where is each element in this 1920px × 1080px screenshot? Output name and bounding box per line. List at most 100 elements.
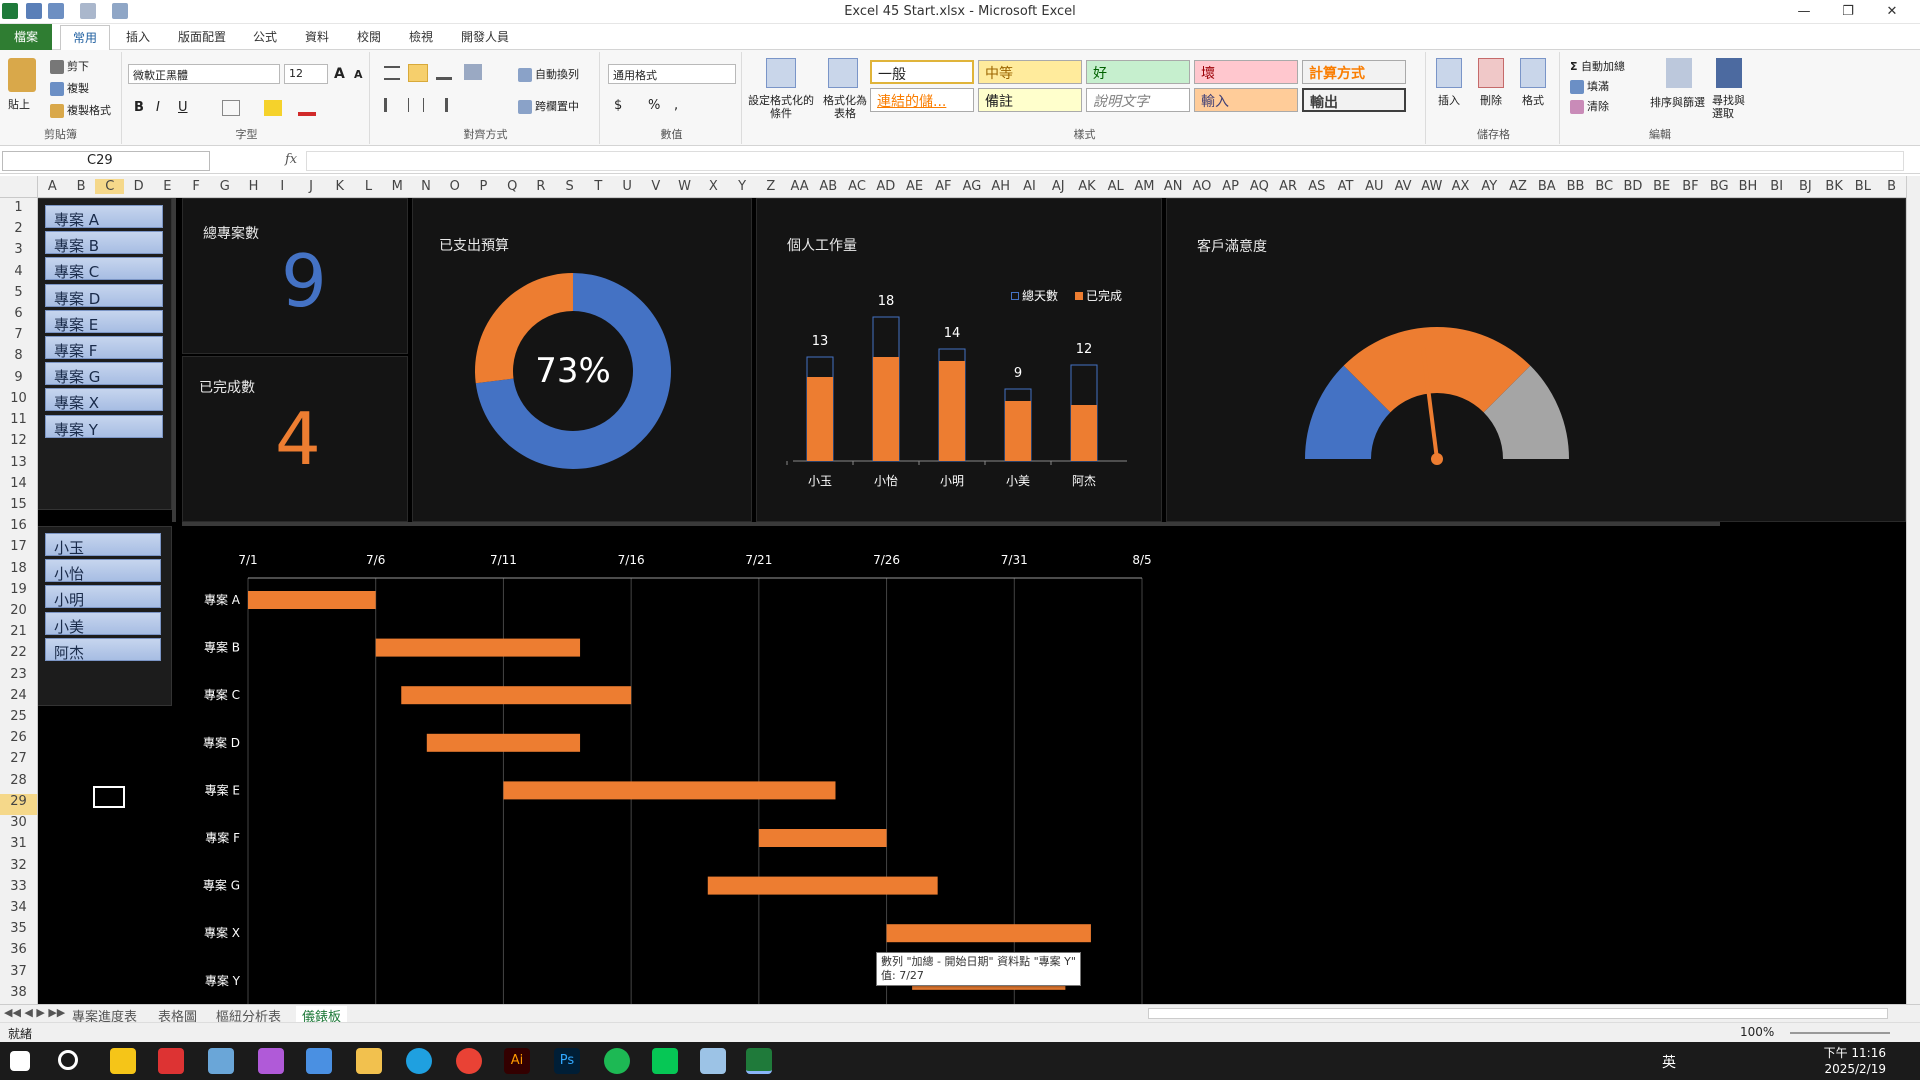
- row-header[interactable]: 2: [0, 221, 37, 242]
- row-header[interactable]: 9: [0, 370, 37, 391]
- satisfaction-gauge[interactable]: [1287, 309, 1587, 469]
- slicer-item-project[interactable]: 專案 A: [45, 205, 163, 229]
- minimize-button[interactable]: —: [1786, 2, 1822, 22]
- column-header[interactable]: K: [325, 179, 354, 194]
- column-header[interactable]: AO: [1188, 179, 1217, 194]
- slicer-item-project[interactable]: 專案 X: [45, 388, 163, 412]
- paste-button[interactable]: 貼上: [8, 96, 30, 112]
- column-header[interactable]: O: [440, 179, 469, 194]
- tab-data[interactable]: 資料: [305, 28, 329, 45]
- column-header[interactable]: Y: [728, 179, 757, 194]
- column-header[interactable]: BI: [1762, 179, 1791, 194]
- row-header[interactable]: 7: [0, 327, 37, 348]
- column-header[interactable]: E: [153, 179, 182, 194]
- row-header[interactable]: 27: [0, 751, 37, 772]
- column-header[interactable]: AJ: [1044, 179, 1073, 194]
- excel-taskbar-icon[interactable]: [746, 1048, 772, 1074]
- slicer-item-person[interactable]: 小怡: [45, 559, 161, 583]
- column-header[interactable]: N: [412, 179, 441, 194]
- style-good[interactable]: 好: [1086, 60, 1190, 84]
- column-header[interactable]: AN: [1159, 179, 1188, 194]
- column-header[interactable]: AQ: [1245, 179, 1274, 194]
- format-cells-icon[interactable]: [1520, 58, 1546, 88]
- align-middle-icon[interactable]: [408, 64, 428, 82]
- column-header[interactable]: D: [124, 179, 153, 194]
- column-header[interactable]: G: [210, 179, 239, 194]
- conditional-format-button[interactable]: 設定格式化的條件: [748, 94, 814, 120]
- column-header[interactable]: BE: [1647, 179, 1676, 194]
- delete-cells-icon[interactable]: [1478, 58, 1504, 88]
- copy-button[interactable]: 複製: [50, 80, 89, 96]
- style-linked-cell[interactable]: 連結的儲...: [870, 88, 974, 112]
- photoshop-icon[interactable]: Ps: [554, 1048, 580, 1074]
- column-header[interactable]: AK: [1073, 179, 1102, 194]
- column-header[interactable]: AD: [871, 179, 900, 194]
- row-header[interactable]: 37: [0, 964, 37, 985]
- edge-icon[interactable]: [406, 1048, 432, 1074]
- column-header[interactable]: BL: [1849, 179, 1878, 194]
- clear-button[interactable]: 清除: [1570, 98, 1609, 114]
- fill-color-icon[interactable]: [264, 100, 282, 116]
- tab-review[interactable]: 校閱: [357, 28, 381, 45]
- notepad-icon[interactable]: [700, 1048, 726, 1074]
- workload-chart[interactable]: 個人工作量 總天數 已完成 13 小玉 18 小怡 14 小明 9 小美 12 阿杰: [756, 198, 1162, 522]
- sort-filter-icon[interactable]: [1666, 58, 1692, 88]
- column-header[interactable]: AB: [814, 179, 843, 194]
- shrink-font-button[interactable]: A: [354, 68, 363, 81]
- chrome-icon[interactable]: [456, 1048, 482, 1074]
- row-header[interactable]: 16: [0, 518, 37, 539]
- gantt-bar[interactable]: [503, 781, 836, 800]
- align-center-icon[interactable]: [408, 98, 424, 112]
- column-header[interactable]: AH: [986, 179, 1015, 194]
- active-cell-c29[interactable]: [93, 786, 125, 808]
- tab-formulas[interactable]: 公式: [253, 28, 277, 45]
- slicer-item-project[interactable]: 專案 F: [45, 336, 163, 360]
- app-icon[interactable]: [208, 1048, 234, 1074]
- budget-chart[interactable]: 已支出預算 73%: [412, 198, 752, 522]
- column-header[interactable]: AE: [900, 179, 929, 194]
- paste-icon[interactable]: [8, 58, 36, 92]
- italic-button[interactable]: I: [156, 100, 160, 115]
- spotify-icon[interactable]: [604, 1048, 630, 1074]
- tab-page-layout[interactable]: 版面配置: [178, 28, 226, 45]
- column-header[interactable]: BB: [1561, 179, 1590, 194]
- zoom-slider[interactable]: [1790, 1032, 1890, 1034]
- search-icon[interactable]: [58, 1050, 78, 1070]
- style-calculation[interactable]: 計算方式: [1302, 60, 1406, 84]
- gantt-bar[interactable]: [886, 924, 1091, 943]
- autosum-button[interactable]: Σ 自動加總: [1570, 58, 1625, 74]
- column-header[interactable]: AW: [1417, 179, 1446, 194]
- column-header[interactable]: BJ: [1791, 179, 1820, 194]
- row-header[interactable]: 18: [0, 561, 37, 582]
- column-header[interactable]: AF: [929, 179, 958, 194]
- workload-bars[interactable]: 13 小玉 18 小怡 14 小明 9 小美 12 阿杰: [757, 199, 1163, 523]
- format-as-table-icon[interactable]: [828, 58, 858, 88]
- column-header[interactable]: BH: [1734, 179, 1763, 194]
- align-right-icon[interactable]: [432, 98, 448, 112]
- row-header[interactable]: 28: [0, 773, 37, 794]
- vertical-scrollbar[interactable]: [1906, 176, 1920, 1004]
- column-header[interactable]: U: [613, 179, 642, 194]
- font-size-select[interactable]: 12: [284, 64, 328, 84]
- font-name-select[interactable]: 微軟正黑體: [128, 64, 280, 84]
- row-header[interactable]: 15: [0, 497, 37, 518]
- column-header[interactable]: AT: [1331, 179, 1360, 194]
- column-header[interactable]: J: [297, 179, 326, 194]
- column-header[interactable]: W: [670, 179, 699, 194]
- gantt-bar[interactable]: [707, 876, 938, 895]
- sort-filter-button[interactable]: 排序與篩選: [1650, 94, 1705, 110]
- row-header[interactable]: 10: [0, 391, 37, 412]
- row-header[interactable]: 21: [0, 624, 37, 645]
- column-header[interactable]: AC: [843, 179, 872, 194]
- conditional-format-icon[interactable]: [766, 58, 796, 88]
- row-header[interactable]: 36: [0, 942, 37, 963]
- gantt-bar[interactable]: [401, 686, 632, 705]
- format-painter-button[interactable]: 複製格式: [50, 102, 111, 118]
- ime-indicator[interactable]: 英: [1662, 1052, 1676, 1072]
- column-header[interactable]: V: [642, 179, 671, 194]
- style-output[interactable]: 輸出: [1302, 88, 1406, 112]
- sticky-notes-icon[interactable]: [110, 1048, 136, 1074]
- underline-button[interactable]: U: [178, 100, 188, 115]
- column-header[interactable]: C: [95, 179, 125, 194]
- fill-button[interactable]: 填滿: [1570, 78, 1609, 94]
